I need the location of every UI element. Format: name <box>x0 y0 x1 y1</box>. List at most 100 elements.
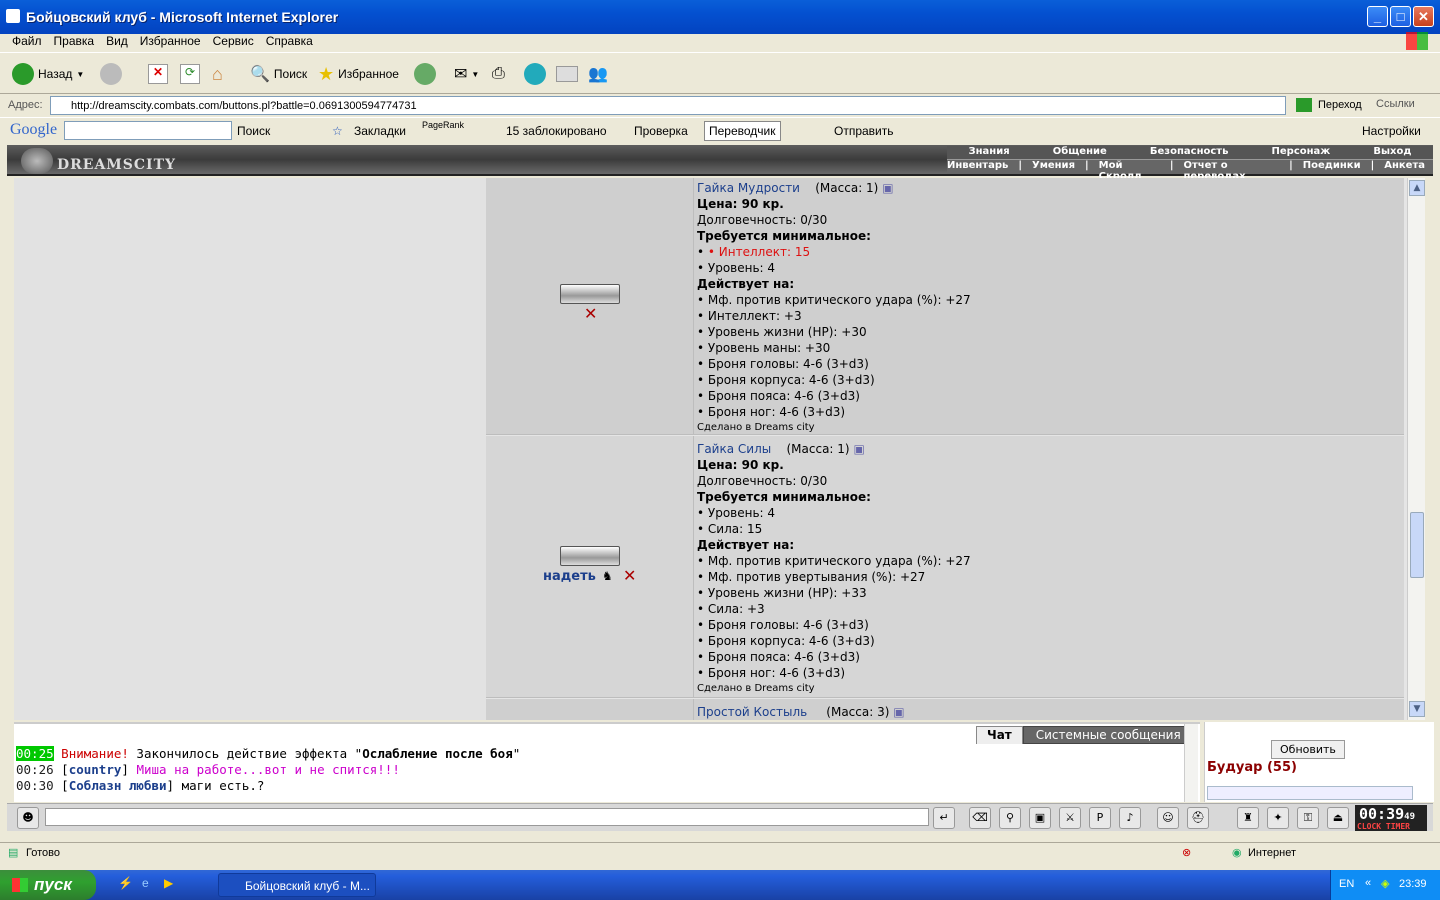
scroll-thumb[interactable] <box>1410 512 1424 578</box>
effect: • Интеллект: +3 <box>697 309 802 323</box>
ie-quicklaunch-icon[interactable]: e <box>142 876 149 890</box>
exit-icon[interactable]: ⏏ <box>1327 807 1349 829</box>
google-search-button[interactable]: Поиск <box>237 124 270 138</box>
menu-favorites[interactable]: Избранное <box>140 34 201 48</box>
helmet-icon[interactable]: ⛑ <box>1187 807 1209 829</box>
save-icon[interactable]: ▣ <box>1029 807 1051 829</box>
scroll-down-icon[interactable]: ▼ <box>1409 701 1425 717</box>
back-button[interactable]: Назад ▼ <box>12 61 84 87</box>
system-tray: EN « ◈ 23:39 <box>1330 870 1440 900</box>
close-button[interactable]: ✕ <box>1413 6 1434 27</box>
toolbar: Назад ▼ ✕ ⟳ ⌂ 🔍 Поиск ★ Избранное ✉ ▼ ⎙ 👥 <box>0 52 1440 94</box>
smiley-icon[interactable]: ☻ <box>17 807 39 829</box>
nav-knowledge[interactable]: Знания <box>969 146 1010 159</box>
home-button[interactable]: ⌂ <box>212 61 223 87</box>
history-button[interactable] <box>414 61 436 87</box>
taskbar: пуск ⚡ e ▶ Бойцовский клуб - М... EN « ◈… <box>0 870 1440 900</box>
tab-chat[interactable]: Чат <box>976 726 1023 744</box>
emotion-icon[interactable]: ☺ <box>1157 807 1179 829</box>
scroll-up-icon[interactable]: ▲ <box>1409 180 1425 196</box>
nav-exit[interactable]: Выход <box>1373 146 1411 159</box>
links-label[interactable]: Ссылки <box>1376 98 1415 110</box>
windows-logo-icon <box>1406 32 1428 50</box>
drop-item-icon[interactable]: ✕ <box>623 566 636 585</box>
item-mass: (Масса: 3) <box>826 705 890 719</box>
translator-button[interactable]: Переводчик <box>704 121 781 141</box>
messenger-button[interactable]: 👥 <box>588 61 608 87</box>
lock-icon[interactable]: ⚿ <box>1297 807 1319 829</box>
mail-button[interactable]: ✉ ▼ <box>454 61 479 87</box>
item-image[interactable] <box>560 546 620 566</box>
nav-inventory[interactable]: Инвентарь <box>947 160 1008 174</box>
nav-security[interactable]: Безопасность <box>1150 146 1229 159</box>
stop-button[interactable]: ✕ <box>148 61 168 87</box>
title-bar: Бойцовский клуб - Microsoft Internet Exp… <box>0 0 1440 34</box>
address-input[interactable]: http://dreamscity.combats.com/buttons.pl… <box>50 96 1286 115</box>
language-indicator[interactable]: EN <box>1339 878 1354 890</box>
nav-scroll[interactable]: Мой Скролл <box>1099 160 1160 182</box>
quicklaunch-icon[interactable]: ⚡ <box>118 876 133 890</box>
tray-arrow-icon[interactable]: « <box>1365 877 1371 889</box>
fighter-icon[interactable]: ⚔ <box>1059 807 1081 829</box>
menu-view[interactable]: Вид <box>106 34 128 48</box>
nav-duels[interactable]: Поединки <box>1303 160 1361 174</box>
equip-icon[interactable]: ♞ <box>602 569 613 583</box>
effect: • Уровень маны: +30 <box>697 341 831 355</box>
send-button[interactable]: Отправить <box>834 124 894 138</box>
logo-emblem-icon <box>21 148 53 174</box>
media-player-icon[interactable]: ▶ <box>164 876 173 890</box>
nav-social[interactable]: Общение <box>1053 146 1107 159</box>
menu-help[interactable]: Справка <box>266 34 313 48</box>
item-name[interactable]: Гайка Силы <box>697 442 771 456</box>
favorites-button[interactable]: ★ Избранное <box>318 61 399 87</box>
chat-scrollbar[interactable] <box>1184 724 1198 802</box>
effect: • Броня ног: 4-6 (3+d3) <box>697 666 846 680</box>
filter-icon[interactable]: ⚲ <box>999 807 1021 829</box>
item-image[interactable] <box>560 284 620 304</box>
menu-tools[interactable]: Сервис <box>213 34 254 48</box>
gift-icon: ▣ <box>893 705 905 719</box>
content-scrollbar[interactable]: ▲ ▼ <box>1407 178 1425 720</box>
requirements-title: Требуется минимальное: <box>697 229 871 243</box>
bag-icon[interactable]: ♜ <box>1237 807 1259 829</box>
spellcheck-button[interactable]: Проверка <box>634 124 688 138</box>
item-name[interactable]: Простой Костыль <box>697 705 807 719</box>
private-icon[interactable]: P <box>1089 807 1111 829</box>
eraser-icon[interactable]: ⌫ <box>969 807 991 829</box>
taskbar-ie-window[interactable]: Бойцовский клуб - М... <box>218 873 376 897</box>
skype-button[interactable] <box>524 61 546 87</box>
minimize-button[interactable]: _ <box>1367 6 1388 27</box>
nav-skills[interactable]: Умения <box>1032 160 1075 174</box>
search-button[interactable]: 🔍 Поиск <box>250 61 307 87</box>
nav-character[interactable]: Персонаж <box>1272 146 1331 159</box>
chat-username[interactable]: Соблазн любви <box>69 778 167 793</box>
spell-icon[interactable]: ✦ <box>1267 807 1289 829</box>
forward-button[interactable] <box>100 61 122 87</box>
refresh-button[interactable]: Обновить <box>1271 740 1345 759</box>
menu-file[interactable]: Файл <box>12 34 42 48</box>
send-message-icon[interactable]: ↵ <box>933 807 955 829</box>
bookmarks-button[interactable]: Закладки <box>354 124 406 138</box>
popup-blocked-label[interactable]: 15 заблокировано <box>506 124 607 138</box>
go-button[interactable]: Переход <box>1296 98 1362 112</box>
nav-transfers[interactable]: Отчет о переводах <box>1183 160 1279 182</box>
nav-profile[interactable]: Анкета <box>1384 160 1425 174</box>
drop-item-icon[interactable]: ✕ <box>584 304 597 323</box>
wear-item-link[interactable]: надеть <box>543 569 596 584</box>
item-name[interactable]: Гайка Мудрости <box>697 181 800 195</box>
room-scrollbar[interactable] <box>1207 786 1413 800</box>
menu-edit[interactable]: Правка <box>54 34 95 48</box>
maximize-button[interactable]: □ <box>1390 6 1411 27</box>
refresh-button[interactable]: ⟳ <box>180 61 200 87</box>
chat-input[interactable] <box>45 808 929 826</box>
chat-username[interactable]: country <box>69 762 122 777</box>
google-search-input[interactable] <box>64 121 232 140</box>
discuss-button[interactable] <box>556 61 578 87</box>
print-button[interactable]: ⎙ <box>492 61 505 87</box>
tab-system-messages[interactable]: Системные сообщения <box>1022 726 1194 744</box>
settings-button[interactable]: Настройки <box>1362 124 1421 138</box>
sound-icon[interactable]: ♪ <box>1119 807 1141 829</box>
network-icon[interactable]: ◈ <box>1381 877 1389 890</box>
popup-blocker-icon[interactable]: ⊗ <box>1182 846 1191 859</box>
chat-message: 00:30 [Соблазн любви] маги есть.? <box>16 778 265 793</box>
